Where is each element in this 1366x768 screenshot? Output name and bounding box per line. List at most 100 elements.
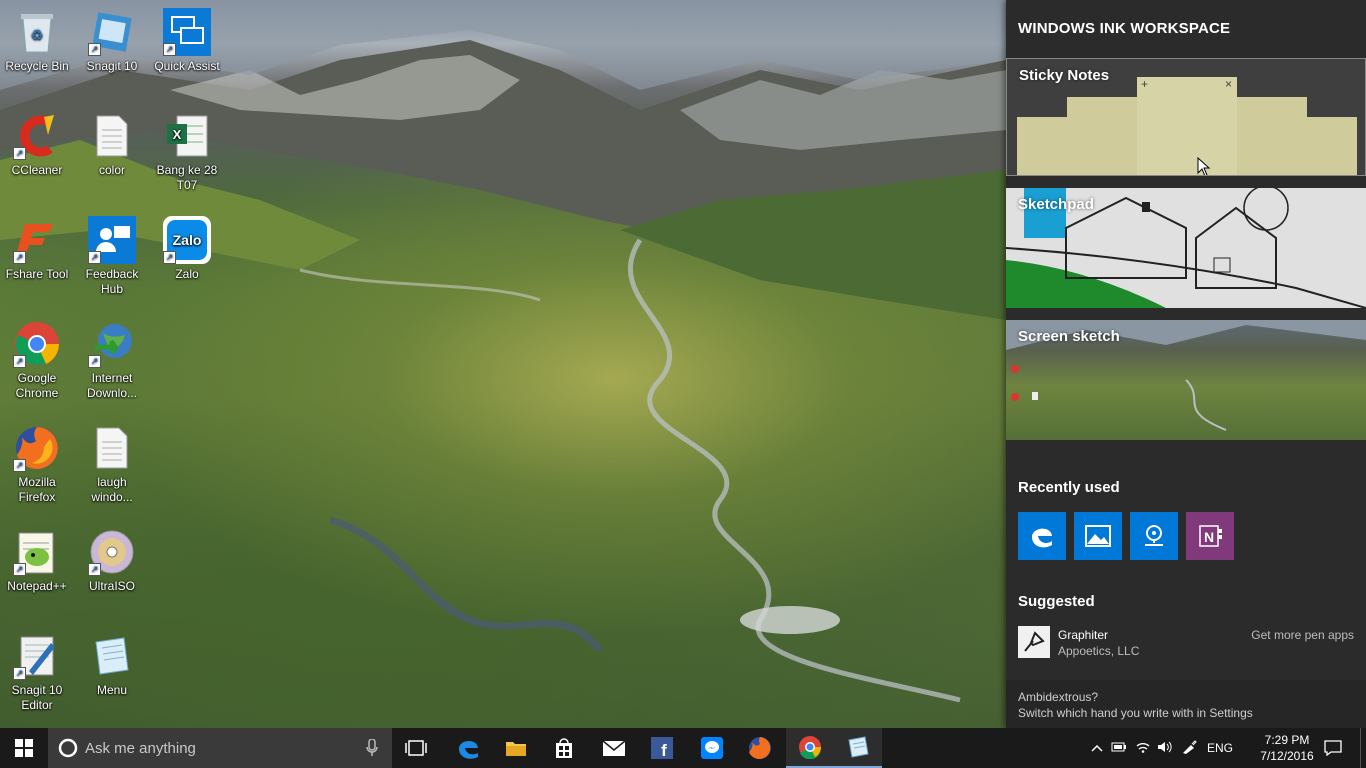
wifi-icon[interactable]	[1132, 741, 1154, 756]
desktop-icon-snagit-10[interactable]: ↗ Snagit 10	[76, 8, 148, 74]
taskbar-store[interactable]	[540, 728, 588, 768]
windows-logo-icon	[15, 739, 33, 757]
sticky-note	[1067, 97, 1139, 175]
sketchpad-tile[interactable]: Sketchpad	[1006, 188, 1366, 308]
sticky-note	[1237, 97, 1307, 175]
photos-icon	[1085, 525, 1111, 547]
desktop-icon-bang-ke[interactable]: X Bang ke 28 T07	[151, 112, 223, 193]
sticky-notes-label: Sticky Notes	[1019, 67, 1110, 84]
task-view-button[interactable]	[392, 728, 440, 768]
messenger-icon	[701, 737, 723, 759]
taskbar-facebook[interactable]: f	[638, 728, 686, 768]
recent-app-edge[interactable]	[1018, 512, 1066, 560]
taskbar-mail[interactable]	[590, 728, 638, 768]
notepad-icon	[848, 736, 869, 758]
system-tray: ENG	[1088, 728, 1238, 768]
feedback-hub-icon: ↗	[88, 216, 136, 264]
sticky-notes-tile[interactable]: Sticky Notes + ×	[1006, 58, 1366, 176]
language-indicator[interactable]: ENG	[1202, 741, 1238, 755]
recent-app-onenote[interactable]: N	[1186, 512, 1234, 560]
desktop-icon-ultraiso[interactable]: ↗ UltraISO	[76, 528, 148, 594]
ink-workspace-title: WINDOWS INK WORKSPACE	[1018, 20, 1231, 37]
desktop-icon-internet-download[interactable]: ↗ Internet Downlo...	[76, 320, 148, 401]
taskbar-file-explorer[interactable]	[492, 728, 540, 768]
new-note-icon: +	[1141, 77, 1149, 91]
notification-icon	[1324, 740, 1342, 756]
firefox-icon	[749, 737, 771, 759]
desktop-icon-google-chrome[interactable]: ↗ Google Chrome	[1, 320, 73, 401]
excel-file-icon: X	[163, 112, 211, 160]
desktop-icon-recycle-bin[interactable]: ♻ Recycle Bin	[1, 8, 73, 74]
disc-icon: ↗	[88, 528, 136, 576]
desktop-icon-fshare-tool[interactable]: ↗ Fshare Tool	[1, 216, 73, 282]
edge-icon	[459, 740, 478, 759]
desktop-icon-zalo[interactable]: Zalo ↗ Zalo	[151, 216, 223, 282]
windows-ink-icon[interactable]	[1176, 739, 1202, 758]
sticky-note	[1017, 117, 1067, 175]
desktop-icon-laugh[interactable]: laugh windo...	[76, 424, 148, 505]
svg-text:f: f	[661, 741, 667, 759]
desktop-icon-mozilla-firefox[interactable]: ↗ Mozilla Firefox	[1, 424, 73, 505]
graphiter-app-icon[interactable]	[1018, 626, 1050, 658]
start-button[interactable]	[0, 728, 48, 768]
chevron-up-icon[interactable]	[1088, 741, 1106, 755]
battery-icon[interactable]	[1106, 741, 1132, 755]
cortana-search-box[interactable]: Ask me anything	[48, 728, 392, 768]
snagit-editor-icon: ↗	[13, 632, 61, 680]
onenote-icon: N	[1199, 525, 1222, 547]
facebook-icon: f	[651, 737, 673, 759]
suggested-heading: Suggested	[1018, 593, 1095, 610]
svg-text:♻: ♻	[31, 27, 44, 43]
snagit-icon: ↗	[88, 8, 136, 56]
text-file-icon	[88, 424, 136, 472]
screen-sketch-label: Screen sketch	[1018, 328, 1120, 345]
desktop-icon-notepad-plus[interactable]: ↗ Notepad++	[1, 528, 73, 594]
svg-text:X: X	[173, 127, 182, 142]
sticky-note-active: + ×	[1137, 77, 1237, 175]
recent-app-maps[interactable]	[1130, 512, 1178, 560]
taskbar-chrome[interactable]	[786, 728, 834, 768]
taskbar-messenger[interactable]	[688, 728, 736, 768]
ccleaner-icon: ↗	[13, 112, 61, 160]
desktop-icon-ccleaner[interactable]: ↗ CCleaner	[1, 112, 73, 178]
task-view-icon	[405, 740, 427, 756]
tip-body: Switch which hand you write with in Sett…	[1018, 706, 1253, 720]
suggested-app-name[interactable]: Graphiter	[1058, 628, 1108, 642]
zalo-icon: Zalo ↗	[163, 216, 211, 264]
maps-icon	[1145, 525, 1163, 546]
mouse-cursor-icon	[1197, 157, 1211, 175]
tip-title: Ambidextrous?	[1018, 690, 1099, 704]
notepad-icon	[88, 632, 136, 680]
recently-used-heading: Recently used	[1018, 479, 1120, 496]
text-file-icon	[88, 112, 136, 160]
clock[interactable]: 7:29 PM 7/12/2016	[1254, 728, 1320, 768]
volume-icon[interactable]	[1154, 741, 1176, 756]
desktop-icon-feedback-hub[interactable]: ↗ Feedback Hub	[76, 216, 148, 297]
desktop-icon-color[interactable]: color	[76, 112, 148, 178]
firefox-icon: ↗	[13, 424, 61, 472]
action-center-button[interactable]	[1318, 728, 1348, 768]
fshare-icon: ↗	[13, 216, 61, 264]
ink-workspace-panel: WINDOWS INK WORKSPACE Sticky Notes + × S…	[1006, 0, 1366, 728]
chrome-icon	[799, 736, 822, 759]
desktop-icon-menu[interactable]: Menu	[76, 632, 148, 698]
taskbar-notepad[interactable]	[834, 728, 882, 768]
desktop-icon-snagit-editor[interactable]: ↗ Snagit 10 Editor	[1, 632, 73, 713]
taskbar-firefox[interactable]	[736, 728, 784, 768]
microphone-icon[interactable]	[366, 739, 378, 757]
recycle-bin-icon: ♻	[13, 8, 61, 56]
edge-icon	[1032, 528, 1052, 548]
quick-assist-icon: ↗	[163, 8, 211, 56]
desktop-icon-quick-assist[interactable]: ↗ Quick Assist	[151, 8, 223, 74]
show-desktop-button[interactable]	[1360, 728, 1366, 768]
tip-area[interactable]: Ambidextrous? Switch which hand you writ…	[1006, 680, 1366, 728]
svg-text:Zalo: Zalo	[173, 232, 202, 248]
idm-icon: ↗	[88, 320, 136, 368]
screen-sketch-tile[interactable]: Screen sketch	[1006, 320, 1366, 440]
get-more-pen-apps-link[interactable]: Get more pen apps	[1251, 628, 1354, 642]
close-note-icon: ×	[1224, 77, 1232, 91]
suggested-app-publisher: Appoetics, LLC	[1058, 644, 1140, 658]
svg-text:N: N	[1204, 529, 1214, 545]
taskbar-edge[interactable]	[444, 728, 492, 768]
recent-app-photos[interactable]	[1074, 512, 1122, 560]
